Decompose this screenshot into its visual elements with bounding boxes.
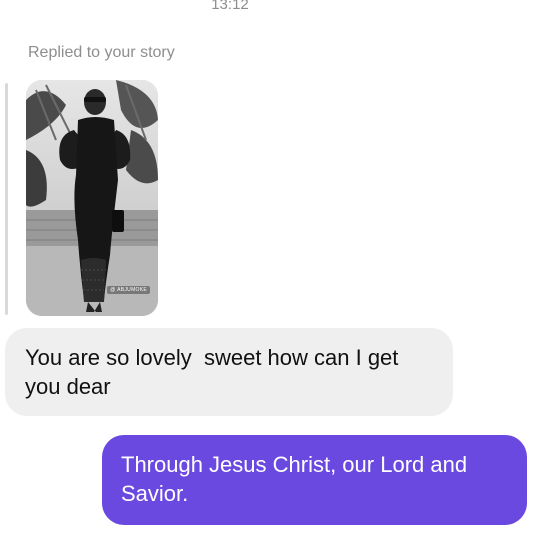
story-photo: [26, 80, 158, 316]
story-thumbnail[interactable]: @ ABJUMOKE: [26, 80, 158, 316]
message-timestamp: 13:12: [211, 0, 249, 13]
outgoing-message-bubble[interactable]: Through Jesus Christ, our Lord and Savio…: [102, 435, 527, 525]
story-reply-context: Replied to your story: [28, 44, 175, 61]
reply-indicator-bar: [5, 83, 8, 315]
incoming-message-bubble[interactable]: You are so lovely sweet how can I get yo…: [5, 328, 453, 416]
story-watermark: @ ABJUMOKE: [107, 286, 150, 294]
chat-thread: 13:12 Replied to your story @ ABJUMOKE Y…: [0, 0, 535, 533]
